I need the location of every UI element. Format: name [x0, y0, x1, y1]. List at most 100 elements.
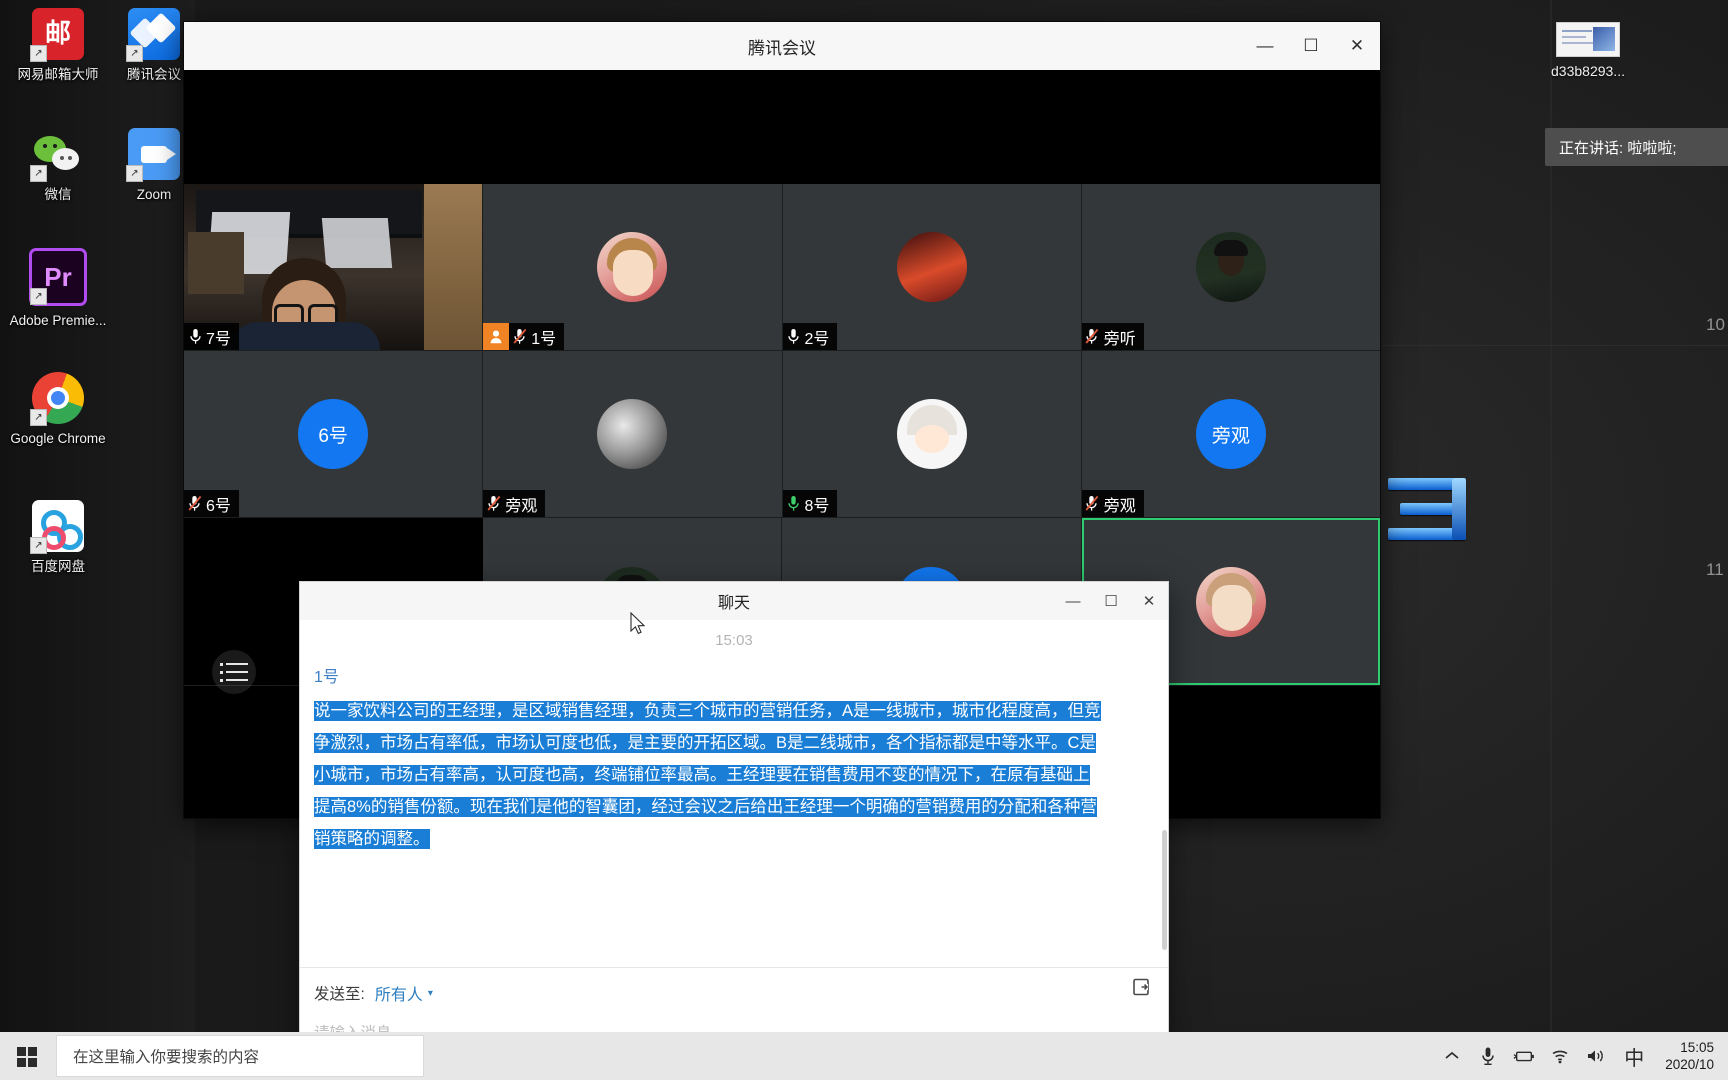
send-to-label: 发送至: [314, 986, 365, 1003]
avatar-initials: 6号 [318, 425, 348, 447]
participant-tile-1hao[interactable]: 1号 [483, 184, 783, 351]
taskbar-clock[interactable]: 15:05 2020/10 [1661, 1039, 1722, 1073]
participant-name: 旁观 [505, 497, 538, 515]
file-thumbnail-icon [1556, 22, 1620, 57]
send-to-dropdown[interactable]: 所有人 [375, 981, 423, 1005]
desktop-icon-label: Adobe Premie... [9, 313, 107, 328]
meeting-maximize-button[interactable]: ☐ [1288, 22, 1334, 70]
microphone-icon[interactable] [1477, 1032, 1499, 1080]
participant-name-badge: 1号 [483, 323, 565, 350]
participant-avatar [597, 399, 668, 469]
windows-taskbar[interactable]: 在这里输入你要搜索的内容 中 15:05 2020/10 [0, 1032, 1728, 1080]
chat-minimize-button[interactable]: — [1054, 582, 1092, 620]
desktop-file-label: d33b8293... [1551, 63, 1625, 79]
chat-window-controls[interactable]: — ☐ ✕ [1054, 582, 1168, 620]
shortcut-arrow-icon: ↗ [30, 165, 47, 182]
shortcut-arrow-icon: ↗ [126, 45, 143, 62]
participant-name: 6号 [206, 497, 231, 515]
participant-avatar [896, 232, 967, 302]
desktop-icon-adobe-premiere[interactable]: Pr ↗ Adobe Premie... [0, 248, 116, 329]
participant-tile-8hao[interactable]: 8号 [782, 351, 1082, 518]
meeting-titlebar[interactable]: 腾讯会议 — ☐ ✕ [184, 22, 1380, 71]
participant-name: 8号 [804, 497, 830, 515]
tencent-meeting-icon: ↗ [126, 8, 180, 62]
ime-indicator[interactable]: 中 [1621, 1032, 1647, 1080]
chat-message-sender: 1号 [314, 669, 339, 686]
wall-logo-3 [1388, 478, 1466, 540]
participant-tile-pangguan-1[interactable]: 旁观 [483, 351, 783, 518]
participant-name-badge: 旁观 [1081, 490, 1144, 517]
shortcut-arrow-icon: ↗ [30, 409, 47, 426]
volume-icon[interactable] [1585, 1032, 1607, 1080]
participant-list-button[interactable] [212, 650, 256, 694]
participant-name-badge: 旁听 [1081, 323, 1144, 350]
chat-titlebar[interactable]: 聊天 — ☐ ✕ [300, 582, 1168, 621]
wifi-icon[interactable] [1549, 1032, 1571, 1080]
participant-tile-7hao[interactable]: 7号 [184, 184, 484, 351]
microphone-muted-icon [483, 490, 505, 517]
meeting-window-controls[interactable]: — ☐ ✕ [1242, 22, 1380, 70]
desktop-icon-google-chrome[interactable]: ↗ Google Chrome [0, 372, 116, 447]
host-badge-icon [483, 323, 510, 350]
chat-message-list[interactable]: 15:03 1号 说一家饮料公司的王经理，是区域销售经理，负责三个城市的营销任务… [300, 620, 1168, 968]
wall-number-10: 10 [1706, 315, 1725, 334]
system-tray[interactable]: 中 15:05 2020/10 [1441, 1032, 1728, 1080]
taskbar-search-input[interactable]: 在这里输入你要搜索的内容 [56, 1035, 424, 1077]
participant-name: 1号 [531, 330, 557, 348]
participant-avatar [896, 399, 967, 469]
chat-maximize-button[interactable]: ☐ [1092, 582, 1130, 620]
participant-name-badge: 6号 [184, 490, 239, 517]
desktop-file-item[interactable]: d33b8293... [1528, 22, 1648, 79]
microphone-muted-icon [1082, 490, 1104, 517]
screenshot-icon[interactable] [1128, 974, 1154, 1000]
start-button[interactable] [0, 1032, 52, 1080]
netease-mail-icon: 邮 ↗ [30, 8, 84, 62]
windows-logo-icon [16, 1046, 37, 1067]
chevron-up-icon[interactable] [1441, 1032, 1463, 1080]
zoom-icon: ↗ [126, 128, 180, 182]
chat-close-button[interactable]: ✕ [1130, 582, 1168, 620]
shortcut-arrow-icon: ↗ [30, 45, 47, 62]
participant-name-badge: 旁观 [483, 490, 546, 517]
participant-tile-pangguan-2[interactable]: 旁观 旁观 [1081, 351, 1380, 518]
chat-scrollbar[interactable] [1161, 620, 1168, 968]
shortcut-arrow-icon: ↗ [126, 165, 143, 182]
participant-name: 旁观 [1103, 497, 1136, 515]
microphone-on-icon [184, 323, 206, 350]
wechat-icon: ↗ [30, 128, 84, 182]
participant-tile-2hao[interactable]: 2号 [782, 184, 1082, 351]
baidu-netdisk-icon: ↗ [30, 500, 84, 554]
meeting-close-button[interactable]: ✕ [1334, 22, 1380, 70]
chat-message-text: 说一家饮料公司的王经理，是区域销售经理，负责三个城市的营销任务，A是一线城市，城… [314, 701, 1101, 849]
microphone-muted-icon [509, 323, 531, 350]
participant-tile-pangting[interactable]: 旁听 [1081, 184, 1380, 351]
chat-window[interactable]: 聊天 — ☐ ✕ 15:03 1号 说一家饮料公司的王经理，是区域销售经理，负责… [300, 582, 1168, 1080]
participant-avatar: 6号 [298, 399, 369, 469]
meeting-minimize-button[interactable]: — [1242, 22, 1288, 70]
participant-avatar: 旁观 [1195, 399, 1266, 469]
participant-row: 6号 6号 旁观 8号 旁观 旁观 [184, 351, 1380, 518]
wallpaper-seam-horizontal [1380, 345, 1728, 346]
participant-row: 7号 1号 2号 旁听 [184, 184, 1380, 351]
participant-avatar [1195, 566, 1266, 637]
participant-name: 7号 [206, 330, 231, 348]
chevron-down-icon[interactable]: ▾ [428, 988, 433, 999]
desktop-icon-baidu-netdisk[interactable]: ↗ 百度网盘 [0, 500, 116, 575]
google-chrome-icon: ↗ [30, 372, 84, 426]
participant-name: 旁听 [1103, 330, 1136, 348]
chat-scrollbar-thumb[interactable] [1162, 830, 1167, 950]
adobe-premiere-icon: Pr ↗ [29, 248, 87, 306]
desktop-icon-label: Google Chrome [10, 431, 106, 446]
avatar-initials: 旁观 [1211, 425, 1250, 447]
chat-message-body[interactable]: 说一家饮料公司的王经理，是区域销售经理，负责三个城市的营销任务，A是一线城市，城… [314, 695, 1104, 855]
microphone-muted-icon [184, 490, 206, 517]
shortcut-arrow-icon: ↗ [30, 288, 47, 305]
battery-icon[interactable] [1513, 1032, 1535, 1080]
participant-avatar [1195, 232, 1266, 302]
clock-date: 2020/10 [1665, 1057, 1714, 1072]
participant-tile-6hao[interactable]: 6号 6号 [184, 351, 484, 518]
participant-avatar [597, 232, 668, 302]
meeting-title: 腾讯会议 [748, 38, 816, 58]
wall-number-11: 11 [1706, 560, 1724, 579]
speaking-toast: 正在讲话: 啦啦啦; [1545, 128, 1728, 166]
